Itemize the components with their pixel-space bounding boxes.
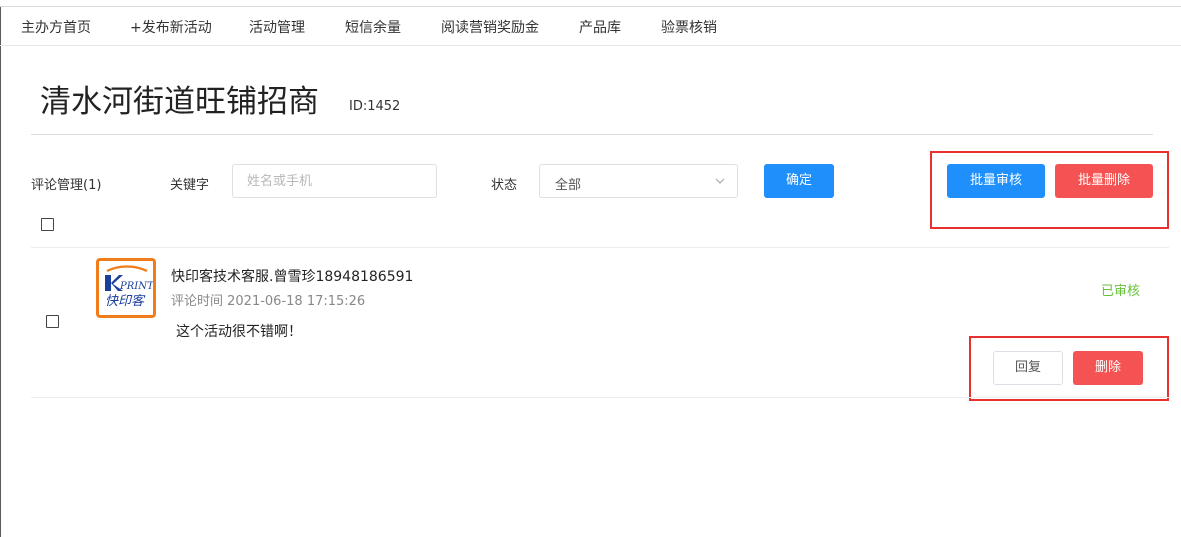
event-id: ID:1452	[349, 99, 401, 114]
comment-management-label: 评论管理(1)	[31, 178, 102, 193]
avatar: PRINT 快印客	[96, 258, 156, 318]
nav-item-sms-balance[interactable]: 短信余量	[345, 17, 401, 37]
bulk-approve-button[interactable]: 批量审核	[947, 164, 1045, 198]
logo-brand-text: PRINT	[119, 281, 153, 292]
comment-time: 评论时间 2021-06-18 17:15:26	[171, 294, 366, 309]
status-label: 状态	[491, 178, 518, 193]
kuaiyinke-logo-icon: PRINT 快印客	[105, 265, 153, 309]
reply-button[interactable]: 回复	[993, 351, 1063, 385]
list-divider-top	[31, 247, 1169, 248]
confirm-button[interactable]: 确定	[764, 164, 834, 198]
list-divider-bottom	[31, 397, 1169, 398]
title-divider	[31, 134, 1153, 135]
top-nav: 主办方首页 +发布新活动 活动管理 短信余量 阅读营销奖励金 产品库 验票核销	[0, 7, 1181, 46]
keyword-label: 关键字	[170, 178, 210, 193]
comment-text: 这个活动很不错啊！	[176, 324, 302, 340]
keyword-input[interactable]	[232, 164, 437, 198]
nav-item-reading-rewards[interactable]: 阅读营销奖励金	[441, 17, 539, 37]
commenter-name: 快印客技术客服.曾雪珍18948186591	[171, 269, 414, 285]
nav-item-event-management[interactable]: 活动管理	[249, 17, 305, 37]
bulk-delete-button[interactable]: 批量删除	[1055, 164, 1153, 198]
delete-button[interactable]: 删除	[1073, 351, 1143, 385]
logo-cn-text: 快印客	[105, 293, 146, 309]
window-left-edge	[0, 0, 1, 537]
status-select[interactable]: 全部	[539, 164, 738, 198]
status-badge: 已审核	[1101, 284, 1141, 299]
window-top-edge	[0, 0, 1181, 7]
nav-item-ticket-verification[interactable]: 验票核销	[661, 17, 717, 37]
nav-item-publish-event[interactable]: +发布新活动	[130, 17, 212, 37]
chevron-down-icon	[715, 178, 725, 184]
comment-checkbox[interactable]	[46, 315, 59, 328]
select-all-checkbox[interactable]	[41, 218, 54, 231]
status-select-value: 全部	[555, 178, 582, 193]
page-title: 清水河街道旺铺招商	[40, 84, 319, 120]
nav-item-home[interactable]: 主办方首页	[21, 17, 91, 37]
nav-item-product-library[interactable]: 产品库	[579, 17, 621, 37]
